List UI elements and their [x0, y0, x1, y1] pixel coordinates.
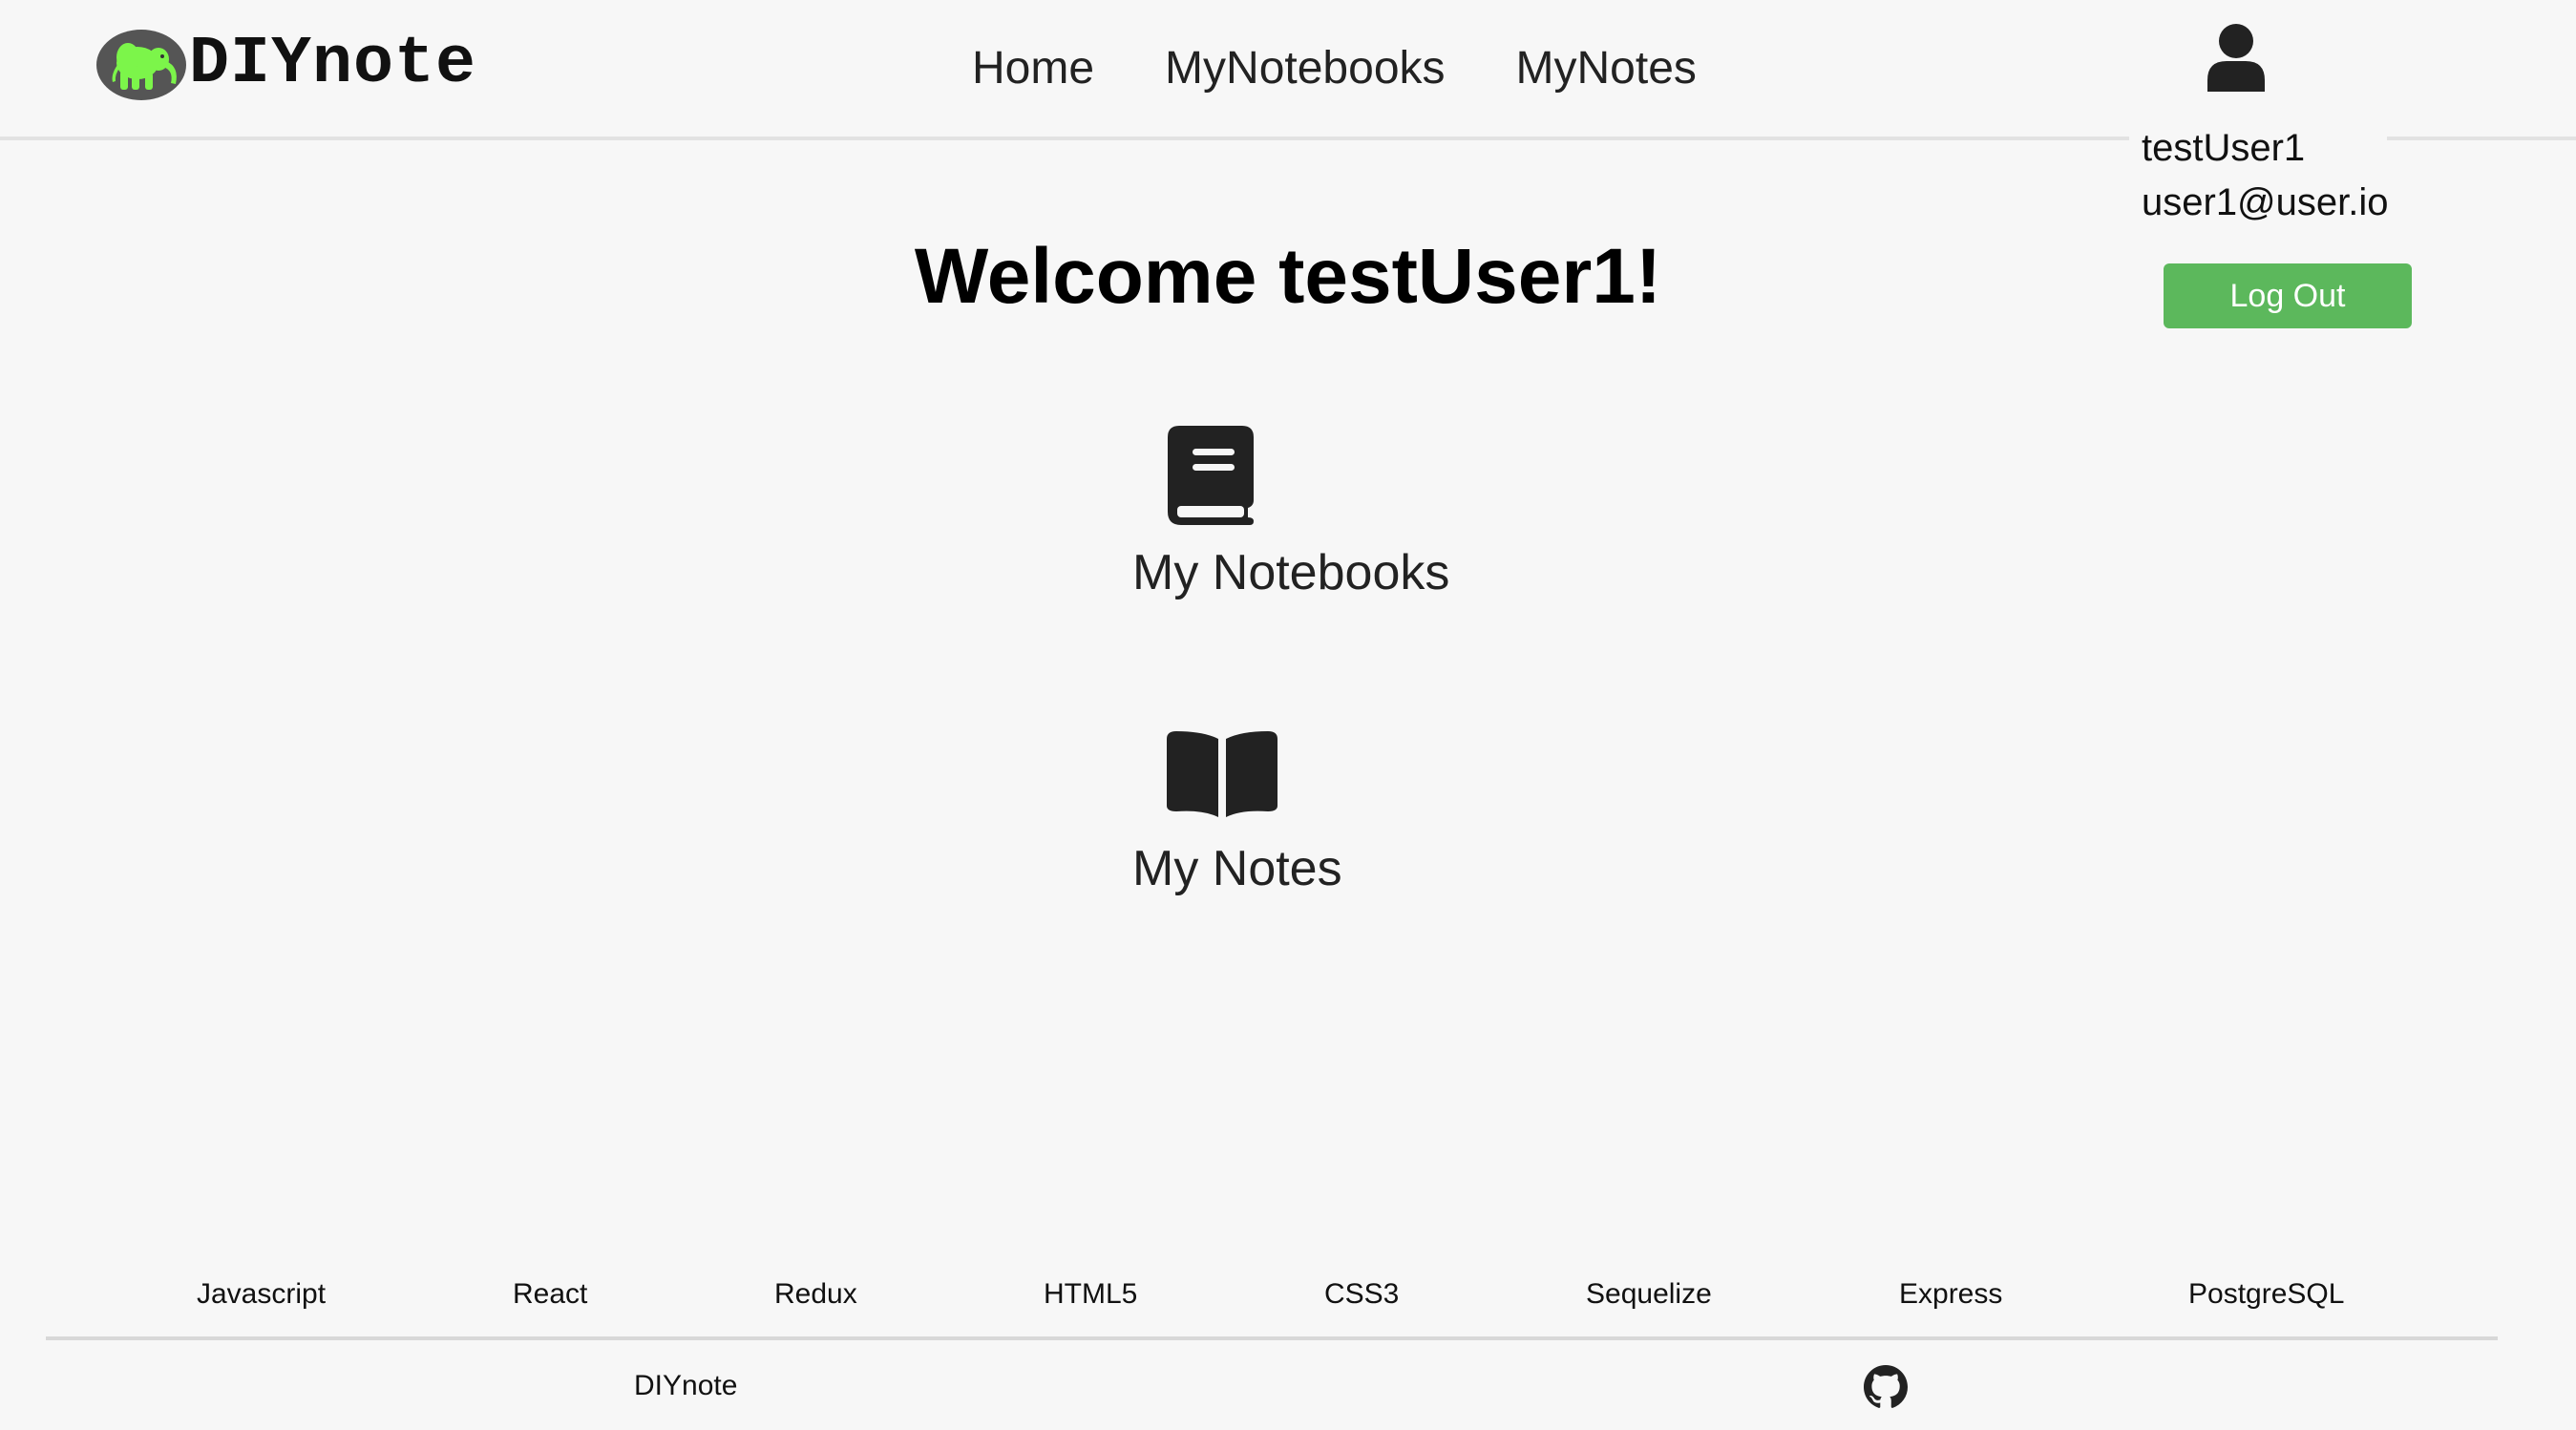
logo-text: DIYnote [189, 27, 477, 102]
nav-notes-link[interactable]: MyNotes [1516, 43, 1697, 95]
user-icon[interactable] [2206, 23, 2267, 92]
my-notes-label: My Notes [1132, 841, 1342, 896]
tech-item-express: Express [1899, 1278, 2003, 1310]
user-email: user1@user.io [2142, 181, 2389, 223]
github-link[interactable] [1864, 1365, 1908, 1409]
nav-home-link[interactable]: Home [972, 43, 1094, 95]
book-icon [1168, 426, 1254, 525]
user-name: testUser1 [2142, 127, 2306, 169]
book-open-icon [1167, 731, 1277, 817]
tech-item-javascript: Javascript [197, 1278, 327, 1310]
my-notebooks-link[interactable]: My Notebooks [1132, 426, 1457, 607]
my-notebooks-label: My Notebooks [1132, 545, 1450, 600]
top-navbar: DIYnote Home MyNotebooks MyNotes [0, 0, 2576, 140]
nav-notebooks-link[interactable]: MyNotebooks [1165, 43, 1445, 95]
tech-item-html5: HTML5 [1044, 1278, 1138, 1310]
tech-item-redux: Redux [774, 1278, 857, 1310]
my-notes-link[interactable]: My Notes [1132, 727, 1400, 899]
main-nav: Home MyNotebooks MyNotes [972, 43, 1697, 95]
page: DIYnote Home MyNotebooks MyNotes testUse… [0, 0, 2576, 1430]
github-icon [1864, 1365, 1908, 1408]
logo-link[interactable]: DIYnote [95, 25, 476, 105]
tech-item-react: React [513, 1278, 588, 1310]
welcome-heading: Welcome testUser1! [914, 233, 1662, 320]
tech-item-postgresql: PostgreSQL [2188, 1278, 2345, 1310]
tech-item-css3: CSS3 [1324, 1278, 1400, 1310]
elephant-icon [96, 30, 186, 100]
footer-brand: DIYnote [634, 1370, 738, 1401]
footer-divider [46, 1336, 2498, 1340]
tech-item-sequelize: Sequelize [1586, 1278, 1712, 1310]
